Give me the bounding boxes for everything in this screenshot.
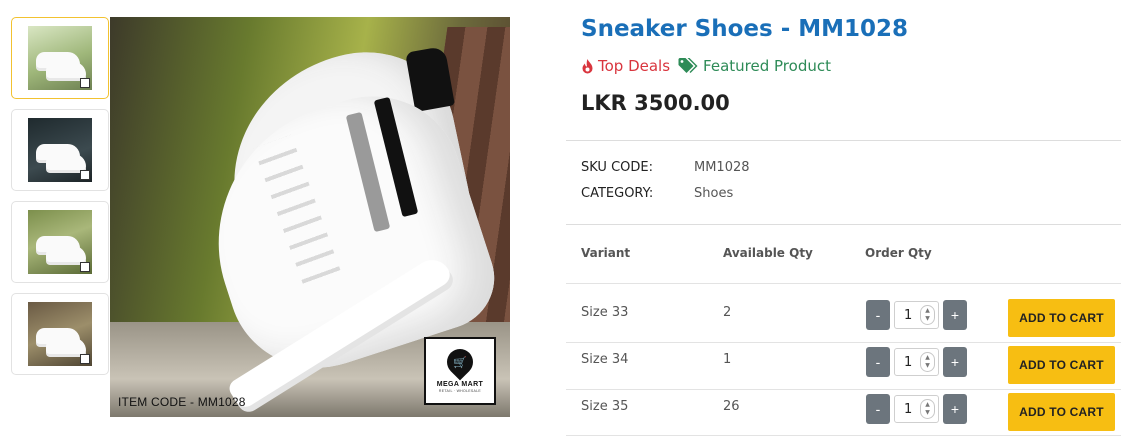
- product-price: LKR 3500.00: [581, 91, 730, 115]
- divider: [566, 140, 1121, 141]
- table-row-divider: [566, 389, 1121, 390]
- quantity-value: 1: [904, 401, 913, 417]
- category-label: CATEGORY:: [581, 186, 654, 201]
- quantity-stepper: - 1 ▲ ▼ +: [866, 347, 967, 377]
- quantity-stepper: - 1 ▲ ▼ +: [866, 300, 967, 330]
- featured-product-label: Featured Product: [703, 57, 831, 75]
- add-to-cart-button[interactable]: ADD TO CART: [1008, 393, 1115, 431]
- flame-icon: [582, 58, 593, 73]
- available-qty-column-header: Available Qty: [723, 246, 813, 260]
- available-qty-cell: 1: [723, 352, 732, 367]
- quantity-input[interactable]: 1 ▲ ▼: [894, 348, 939, 376]
- increment-button[interactable]: +: [943, 394, 967, 424]
- variant-cell: Size 35: [581, 399, 629, 414]
- top-deals-badge[interactable]: Top Deals: [581, 57, 670, 75]
- thumbnail-4[interactable]: [11, 293, 109, 375]
- up-down-spinner-icon[interactable]: ▲ ▼: [920, 305, 935, 325]
- thumbnail-image: [28, 210, 92, 274]
- shopping-cart-icon: 🛒: [441, 343, 479, 381]
- table-row-divider: [566, 342, 1121, 343]
- sku-label: SKU CODE:: [581, 160, 653, 175]
- add-to-cart-button[interactable]: ADD TO CART: [1008, 346, 1115, 384]
- tags-icon: [678, 58, 698, 73]
- order-qty-column-header: Order Qty: [865, 246, 932, 260]
- available-qty-cell: 2: [723, 305, 732, 320]
- up-down-spinner-icon[interactable]: ▲ ▼: [920, 352, 935, 372]
- decrement-button[interactable]: -: [866, 347, 890, 377]
- quantity-stepper: - 1 ▲ ▼ +: [866, 394, 967, 424]
- variant-cell: Size 33: [581, 305, 629, 320]
- category-value[interactable]: Shoes: [694, 186, 733, 201]
- table-row-divider: [566, 435, 1121, 436]
- table-divider: [566, 283, 1121, 284]
- variant-column-header: Variant: [581, 246, 631, 260]
- variant-cell: Size 34: [581, 352, 629, 367]
- add-to-cart-button[interactable]: ADD TO CART: [1008, 299, 1115, 337]
- quantity-input[interactable]: 1 ▲ ▼: [894, 395, 939, 423]
- item-code-caption: ITEM CODE - MM1028: [118, 395, 246, 409]
- main-product-image[interactable]: ITEM CODE - MM1028 🛒 MEGA MART RETAIL · …: [110, 17, 510, 417]
- decrement-button[interactable]: -: [866, 394, 890, 424]
- thumbnail-image: [28, 118, 92, 182]
- product-title: Sneaker Shoes - MM1028: [581, 16, 909, 42]
- brand-tagline: RETAIL · WHOLESALE: [438, 389, 482, 393]
- up-down-spinner-icon[interactable]: ▲ ▼: [920, 399, 935, 419]
- thumbnail-2[interactable]: [11, 109, 109, 191]
- brand-logo: 🛒 MEGA MART RETAIL · WHOLESALE: [424, 337, 496, 405]
- sku-value: MM1028: [694, 160, 750, 175]
- brand-name: MEGA MART: [436, 381, 484, 388]
- increment-button[interactable]: +: [943, 300, 967, 330]
- featured-product-badge[interactable]: Featured Product: [678, 57, 831, 75]
- available-qty-cell: 26: [723, 399, 740, 414]
- thumbnail-image: [28, 26, 92, 90]
- thumbnail-image: [28, 302, 92, 366]
- quantity-value: 1: [904, 307, 913, 323]
- product-badges: Top Deals Featured Product: [581, 57, 831, 75]
- decrement-button[interactable]: -: [866, 300, 890, 330]
- quantity-input[interactable]: 1 ▲ ▼: [894, 301, 939, 329]
- increment-button[interactable]: +: [943, 347, 967, 377]
- quantity-value: 1: [904, 354, 913, 370]
- thumbnail-3[interactable]: [11, 201, 109, 283]
- top-deals-label: Top Deals: [598, 57, 671, 75]
- thumbnail-list: [11, 17, 109, 385]
- thumbnail-1[interactable]: [11, 17, 109, 99]
- divider: [566, 224, 1121, 225]
